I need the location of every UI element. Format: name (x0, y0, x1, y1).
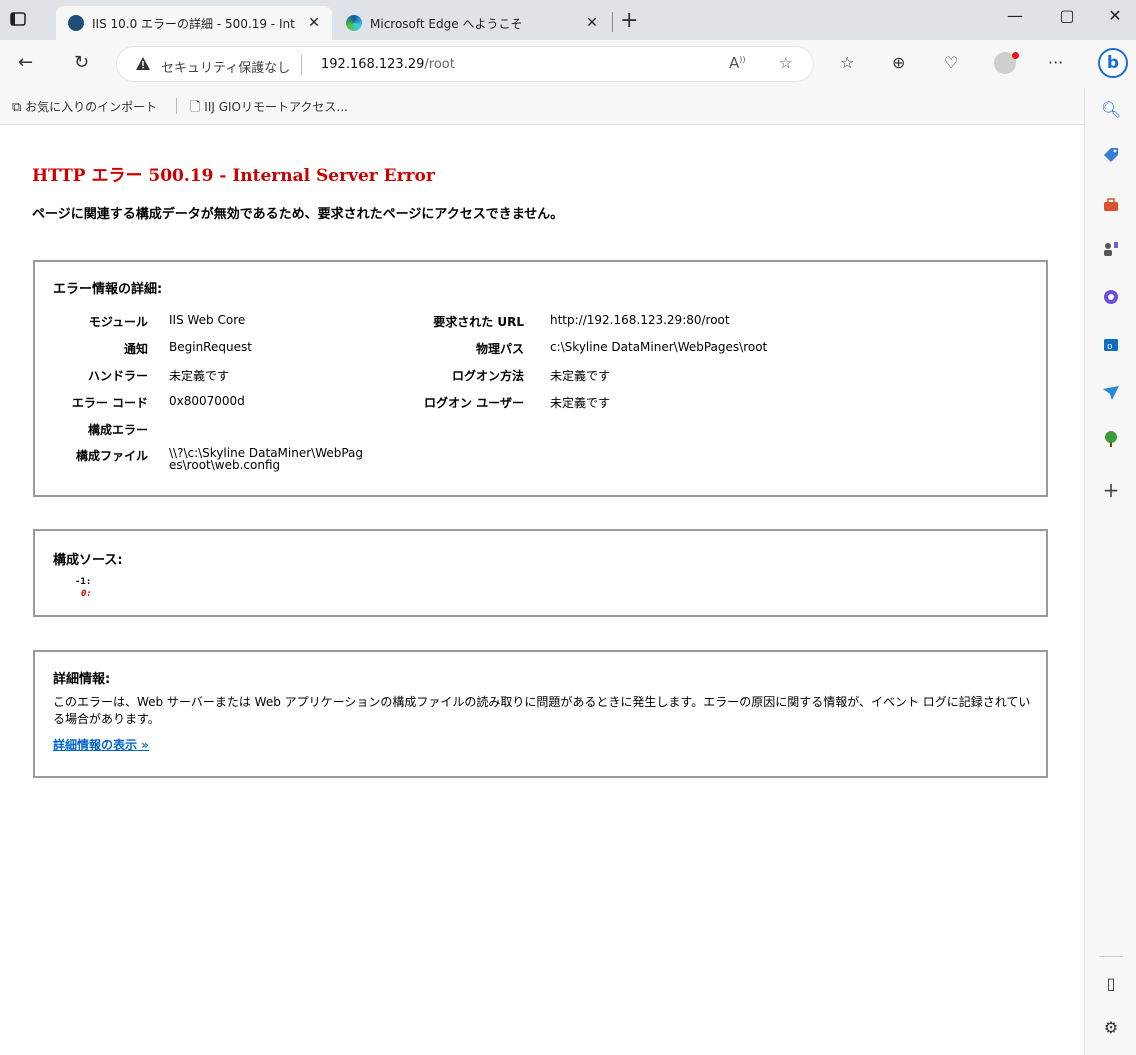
detail-value: 未定義です (550, 396, 611, 410)
more-info-heading: 詳細情報: (53, 672, 111, 687)
detail-label: 物理パス (475, 342, 524, 356)
tab-close-icon[interactable]: ✕ (304, 15, 324, 31)
sidebar-divider (1099, 956, 1123, 957)
favorite-item-label: お気に入りのインポート (25, 100, 158, 114)
more-info-text: このエラーは、Web サーバーまたは Web アプリケーションの構成ファイルの読… (53, 695, 1031, 726)
tab-title: Microsoft Edge へようこそ (370, 16, 523, 31)
page-icon: 🗋 (190, 100, 201, 115)
tab-close-icon[interactable]: ✕ (582, 15, 602, 31)
outlook-icon[interactable]: o (1101, 336, 1121, 356)
config-source-line-error: 0: (81, 589, 92, 599)
microsoft-365-icon[interactable] (1101, 288, 1121, 308)
config-source-heading: 構成ソース: (53, 553, 123, 568)
refresh-icon[interactable]: ↻ (74, 52, 89, 73)
config-source-box: 構成ソース: -1: 0: (33, 529, 1048, 617)
favorites-icon[interactable]: ☆ (840, 53, 854, 72)
address-divider (301, 55, 302, 75)
tab-separator (612, 12, 613, 32)
back-icon[interactable]: ← (18, 52, 33, 73)
tab-iis-error[interactable]: IIS 10.0 エラーの詳細 - 500.19 - Int ✕ (56, 6, 332, 40)
detail-value: http://192.168.123.29:80/root (550, 313, 730, 327)
error-subtitle: ページに関連する構成データが無効であるため、要求されたページにアクセスできません… (32, 207, 564, 222)
minimize-icon[interactable]: — (1000, 6, 1030, 25)
drop-send-icon[interactable] (1101, 384, 1121, 404)
tab-edge-welcome[interactable]: Microsoft Edge へようこそ ✕ (334, 6, 610, 40)
url-text[interactable]: 192.168.123.29/root (321, 57, 455, 72)
detail-label: 構成エラー (87, 423, 148, 437)
page-content: HTTP エラー 500.19 - Internal Server Error … (0, 125, 1084, 1055)
maximize-icon[interactable]: ▢ (1052, 6, 1082, 25)
url-path: /root (424, 57, 455, 72)
hide-sidebar-icon[interactable]: ▯ (1101, 974, 1121, 994)
favorite-item-label: IIJ GIOリモートアクセス... (204, 100, 348, 114)
bing-chat-icon[interactable]: b (1098, 48, 1128, 78)
detail-value: BeginRequest (169, 340, 252, 354)
add-sidebar-app-icon[interactable]: + (1101, 478, 1121, 502)
detail-value: 0x8007000d (169, 394, 245, 408)
detail-label: 要求された URL (433, 315, 524, 329)
new-tab-icon[interactable]: + (620, 8, 638, 33)
detail-label: ハンドラー (87, 369, 148, 383)
detail-label: エラー コード (71, 396, 148, 410)
detail-value: 未定義です (550, 369, 611, 383)
iis-favicon-icon (68, 15, 84, 31)
tab-strip: IIS 10.0 エラーの詳細 - 500.19 - Int ✕ Microso… (0, 0, 1136, 40)
import-folder-icon: ⧉ (12, 100, 22, 115)
edge-sidebar: 🔍︎ o + ▯ ⚙ (1084, 88, 1136, 1055)
more-info-box: 詳細情報: このエラーは、Web サーバーまたは Web アプリケーションの構成… (33, 650, 1048, 778)
detail-label: モジュール (88, 315, 148, 329)
browser-toolbar: ← ↻ セキュリティ保護なし 192.168.123.29/root A)) ☆… (0, 40, 1136, 88)
detail-label: 構成ファイル (75, 449, 148, 463)
detail-value: IIS Web Core (169, 313, 246, 327)
favorites-divider (176, 98, 177, 114)
read-aloud-icon[interactable]: A)) (729, 54, 746, 72)
games-icon[interactable] (1101, 240, 1121, 260)
detail-value: 未定義です (169, 369, 230, 383)
tab-actions-icon[interactable] (8, 10, 28, 28)
collections-icon[interactable]: ⊕ (892, 53, 905, 72)
address-bar[interactable]: セキュリティ保護なし 192.168.123.29/root A)) ☆ (116, 46, 814, 82)
svg-text:o: o (1107, 342, 1113, 352)
favorites-bar: ⧉ お気に入りのインポート 🗋 IIJ GIOリモートアクセス... (0, 88, 1084, 125)
error-title: HTTP エラー 500.19 - Internal Server Error (32, 166, 435, 186)
tab-title: IIS 10.0 エラーの詳細 - 500.19 - Int (92, 16, 295, 31)
favorite-item-iij-gio[interactable]: 🗋 IIJ GIOリモートアクセス... (190, 98, 348, 120)
browser-essentials-icon[interactable]: ♡ (944, 53, 958, 72)
profile-notification-badge (1012, 52, 1019, 59)
favorite-star-icon[interactable]: ☆ (779, 54, 792, 72)
search-icon[interactable]: 🔍︎ (1101, 100, 1121, 120)
window-close-icon[interactable]: ✕ (1100, 6, 1130, 25)
tree-icon[interactable] (1101, 430, 1121, 450)
detail-value: \\?\c:\Skyline DataMiner\WebPag es\root\w… (169, 447, 363, 471)
details-heading: エラー情報の詳細: (53, 282, 163, 297)
sidebar-settings-icon[interactable]: ⚙ (1101, 1018, 1121, 1038)
detail-label: ログオン方法 (451, 369, 524, 383)
more-options-icon[interactable]: ··· (1048, 53, 1063, 72)
security-label[interactable]: セキュリティ保護なし (161, 57, 290, 76)
more-info-link[interactable]: 詳細情報の表示 » (53, 736, 149, 753)
shopping-tag-icon[interactable] (1101, 146, 1121, 166)
error-details-box: エラー情報の詳細: モジュール IIS Web Core 通知 BeginReq… (33, 260, 1048, 497)
detail-value: c:\Skyline DataMiner\WebPages\root (550, 340, 768, 354)
tools-icon[interactable] (1101, 196, 1121, 216)
edge-favicon-icon (346, 15, 362, 31)
warning-icon[interactable] (135, 56, 151, 75)
favorite-item-import[interactable]: ⧉ お気に入りのインポート (12, 98, 157, 115)
config-file-line-2: es\root\web.config (169, 458, 281, 472)
detail-label: ログオン ユーザー (424, 396, 524, 410)
url-host: 192.168.123.29 (321, 57, 425, 72)
detail-label: 通知 (123, 342, 148, 356)
config-source-line: -1: (75, 577, 92, 587)
